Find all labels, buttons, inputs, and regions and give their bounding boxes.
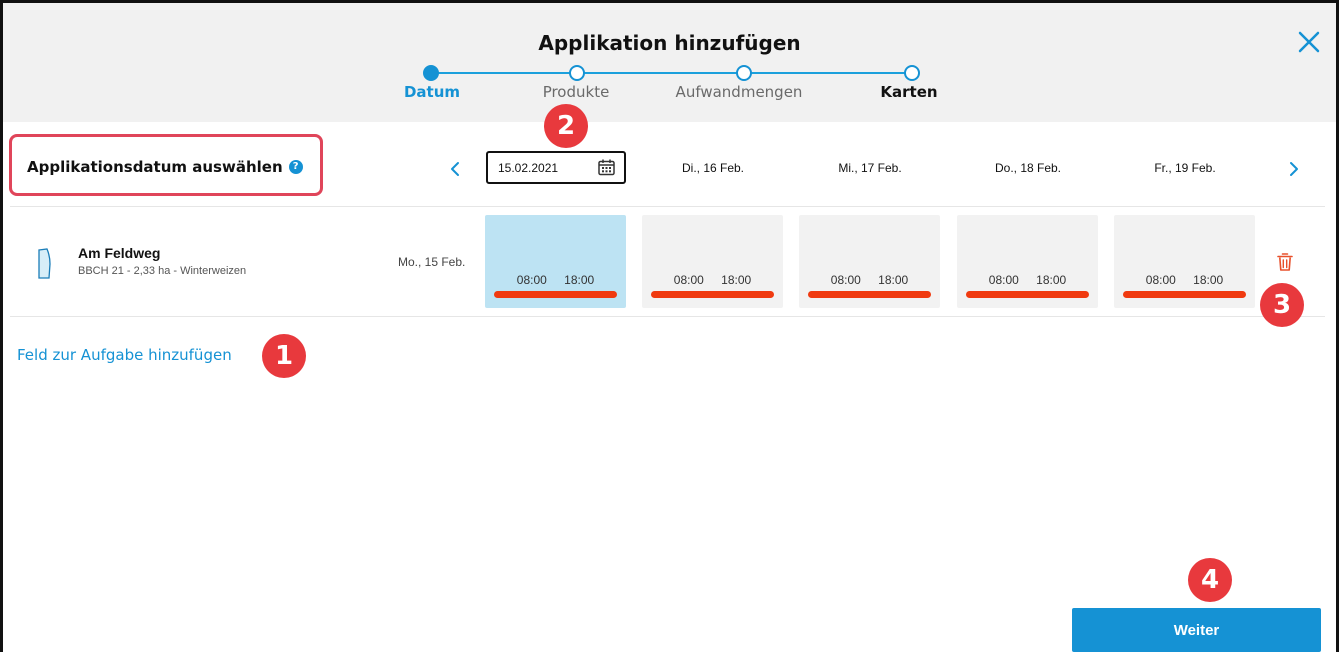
slot-start: 08:00: [673, 273, 704, 287]
annotation-badge: 3: [1260, 283, 1304, 327]
annotation-badge: 2: [544, 104, 588, 148]
slot-times: 08:00 18:00: [642, 273, 783, 287]
add-field-link[interactable]: Feld zur Aufgabe hinzufügen: [17, 346, 232, 364]
close-icon[interactable]: [1294, 27, 1324, 57]
step-label-aufwandmengen[interactable]: Aufwandmengen: [676, 83, 803, 101]
dialog-header: Applikation hinzufügen Datum Produkte Au…: [3, 3, 1336, 122]
step-dot-karten[interactable]: [904, 65, 920, 81]
annotation-badge: 4: [1188, 558, 1232, 602]
day-header: Mi., 17 Feb.: [838, 161, 902, 175]
row-date: Mo., 15 Feb.: [398, 255, 466, 269]
slot-bar: [494, 291, 617, 298]
slot-start: 08:00: [516, 273, 547, 287]
time-slot[interactable]: 08:00 18:00: [1114, 215, 1255, 308]
trash-icon[interactable]: [1277, 252, 1293, 272]
step-dot-aufwandmengen[interactable]: [736, 65, 752, 81]
annotation-badge: 1: [262, 334, 306, 378]
time-slot[interactable]: 08:00 18:00: [642, 215, 783, 308]
field-shape-icon: [38, 248, 51, 279]
slot-end: 18:00: [721, 273, 752, 287]
slot-end: 18:00: [878, 273, 909, 287]
time-slot[interactable]: 08:00 18:00: [485, 215, 626, 308]
divider: [10, 316, 1325, 317]
next-button[interactable]: Weiter: [1072, 608, 1321, 652]
step-dot-datum[interactable]: [423, 65, 439, 81]
step-label-datum[interactable]: Datum: [404, 83, 460, 101]
field-name[interactable]: Am Feldweg: [78, 245, 160, 261]
slot-times: 08:00 18:00: [799, 273, 940, 287]
time-slot[interactable]: 08:00 18:00: [799, 215, 940, 308]
day-header: Di., 16 Feb.: [681, 161, 745, 175]
day-header: Fr., 19 Feb.: [1154, 161, 1216, 175]
date-label-text: Applikationsdatum auswählen: [27, 158, 283, 176]
chevron-left-icon[interactable]: [447, 158, 463, 180]
slot-bar: [966, 291, 1089, 298]
calendar-icon[interactable]: [597, 158, 616, 177]
slot-bar: [808, 291, 931, 298]
step-dot-produkte[interactable]: [569, 65, 585, 81]
stepper-line: [579, 72, 746, 74]
slot-times: 08:00 18:00: [957, 273, 1098, 287]
date-input-value: 15.02.2021: [498, 161, 559, 175]
slot-start: 08:00: [988, 273, 1019, 287]
divider: [10, 206, 1325, 207]
day-header: Do., 18 Feb.: [994, 161, 1062, 175]
stepper-line: [746, 72, 914, 74]
help-icon[interactable]: ?: [288, 160, 303, 174]
date-section-label: Applikationsdatum auswählen ?: [27, 158, 303, 176]
slot-start: 08:00: [830, 273, 861, 287]
slot-end: 18:00: [1193, 273, 1224, 287]
dialog-title: Applikation hinzufügen: [538, 31, 801, 55]
field-details: BBCH 21 - 2,33 ha - Winterweizen: [78, 265, 247, 277]
slot-end: 18:00: [1036, 273, 1067, 287]
slot-start: 08:00: [1145, 273, 1176, 287]
time-slot[interactable]: 08:00 18:00: [957, 215, 1098, 308]
step-label-produkte[interactable]: Produkte: [543, 83, 610, 101]
slot-end: 18:00: [564, 273, 595, 287]
chevron-right-icon[interactable]: [1286, 158, 1302, 180]
stepper-line: [432, 72, 579, 74]
slot-times: 08:00 18:00: [485, 273, 626, 287]
slot-bar: [651, 291, 774, 298]
step-label-karten[interactable]: Karten: [880, 83, 937, 101]
slot-times: 08:00 18:00: [1114, 273, 1255, 287]
date-input[interactable]: 15.02.2021: [486, 151, 626, 184]
slot-bar: [1123, 291, 1246, 298]
